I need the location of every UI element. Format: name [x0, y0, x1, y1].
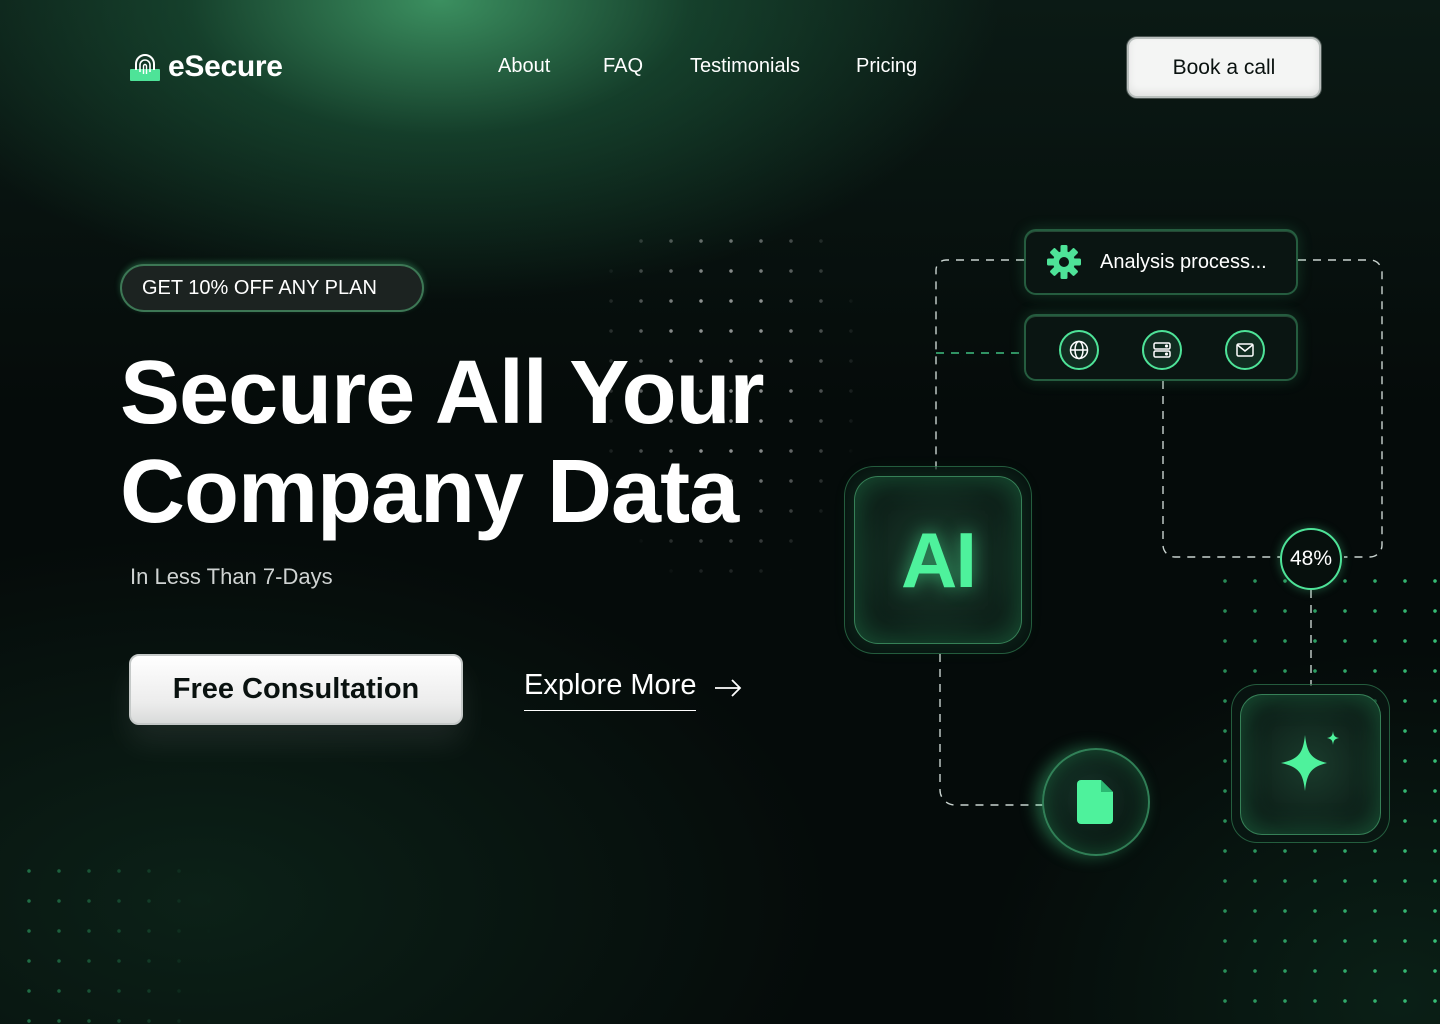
nav-link-faq[interactable]: FAQ	[603, 55, 643, 78]
server-icon	[1142, 330, 1182, 370]
document-bubble	[1042, 748, 1150, 856]
dot-grid-left	[14, 856, 214, 1024]
hero-subheadline: In Less Than 7-Days	[130, 564, 333, 589]
nav-link-pricing[interactable]: Pricing	[856, 55, 917, 78]
promo-badge[interactable]: GET 10% OFF ANY PLAN	[120, 264, 424, 312]
document-icon	[1077, 780, 1113, 824]
book-a-call-button[interactable]: Book a call	[1127, 37, 1321, 98]
free-consultation-button[interactable]: Free Consultation	[129, 654, 463, 725]
arrow-right-icon	[715, 679, 742, 697]
mail-icon	[1225, 330, 1265, 370]
explore-more-label: Explore More	[524, 671, 697, 711]
sparkle-icon	[1280, 730, 1339, 791]
sparkle-tile	[1240, 694, 1381, 835]
analysis-status-card: Analysis process...	[1024, 229, 1298, 295]
hero-headline: Secure All Your Company Data	[120, 343, 765, 542]
progress-badge: 48%	[1280, 528, 1342, 590]
headline-line-1: Secure All Your	[120, 343, 765, 443]
ai-tile: AI	[854, 476, 1022, 644]
ai-label: AI	[901, 515, 977, 604]
analysis-status-text: Analysis process...	[1100, 250, 1267, 273]
service-icons-card	[1024, 314, 1298, 381]
brand-name: eSecure	[168, 50, 283, 83]
nav-link-testimonials[interactable]: Testimonials	[690, 55, 800, 78]
gear-icon	[1047, 245, 1081, 279]
headline-line-2: Company Data	[120, 442, 739, 542]
globe-icon	[1059, 330, 1099, 370]
explore-more-link[interactable]: Explore More	[524, 671, 742, 711]
nav-link-about[interactable]: About	[498, 55, 550, 78]
brand-logo[interactable]: eSecure	[130, 50, 283, 84]
fingerprint-lock-icon	[130, 54, 160, 81]
